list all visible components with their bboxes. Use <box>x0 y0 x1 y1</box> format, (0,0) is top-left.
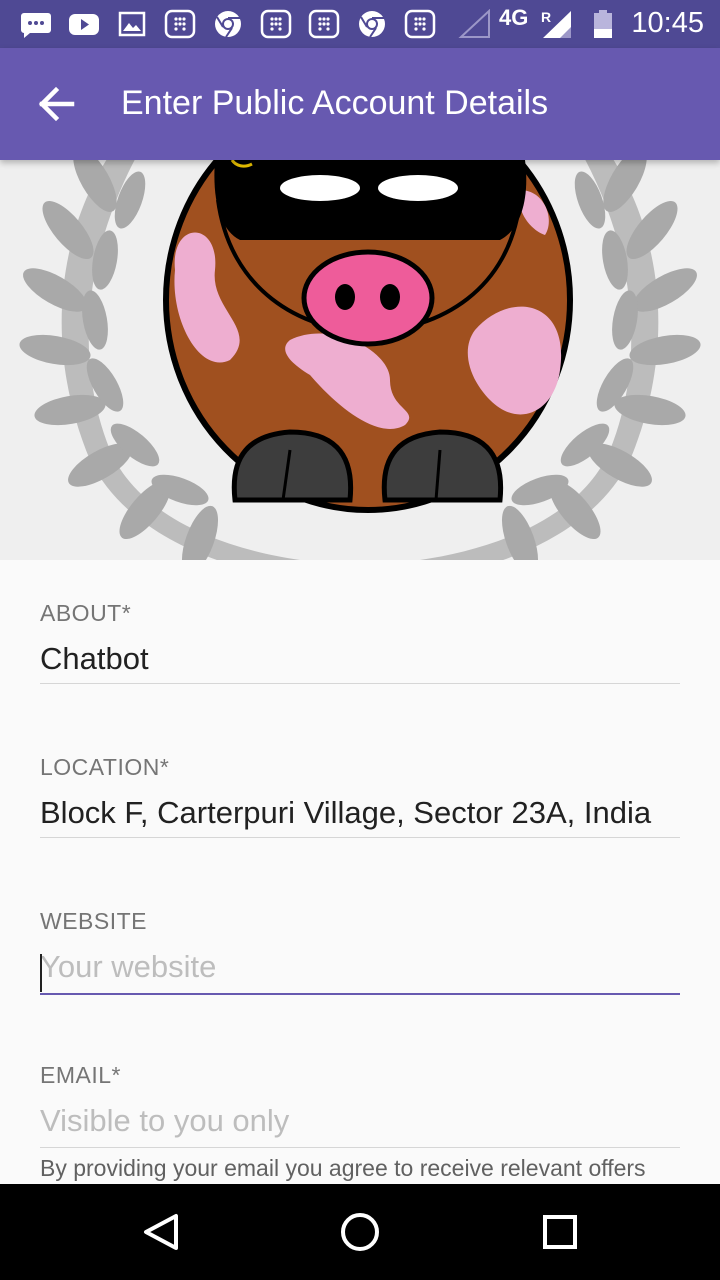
back-triangle-icon[interactable] <box>130 1202 190 1262</box>
about-field: ABOUT* Chatbot <box>40 600 680 684</box>
about-input[interactable]: Chatbot <box>40 637 680 681</box>
email-help-text: By providing your email you agree to rec… <box>40 1155 646 1181</box>
image-icon <box>118 11 146 37</box>
arrow-back-icon[interactable] <box>26 74 86 134</box>
page-title: Enter Public Account Details <box>121 84 549 122</box>
location-field: LOCATION* Block F, Carterpuri Village, S… <box>40 754 680 838</box>
email-underline <box>40 1147 680 1148</box>
website-underline <box>40 993 680 995</box>
email-input[interactable] <box>40 1097 680 1145</box>
system-nav-bar <box>0 1184 720 1280</box>
signal-roaming-icon <box>543 11 571 38</box>
website-input[interactable] <box>40 943 680 991</box>
app-grid-icon <box>404 9 436 39</box>
about-underline <box>40 683 680 684</box>
email-field: EMAIL* By providing your email you agree… <box>40 1062 680 1183</box>
home-circle-icon[interactable] <box>330 1202 390 1262</box>
location-underline <box>40 837 680 838</box>
cow-mascot-image <box>19 160 701 560</box>
about-label: ABOUT* <box>40 600 132 626</box>
battery-icon <box>594 10 612 38</box>
message-icon <box>21 13 51 38</box>
account-cover-image[interactable] <box>0 160 720 560</box>
chrome-icon <box>359 11 385 38</box>
location-input[interactable]: Block F, Carterpuri Village, Sector 23A,… <box>40 791 680 835</box>
email-label: EMAIL* <box>40 1062 121 1088</box>
website-label: WEBSITE <box>40 908 148 934</box>
chrome-icon <box>215 11 241 38</box>
signal-icon <box>458 9 490 38</box>
network-type: 4G <box>499 5 529 30</box>
recents-square-icon[interactable] <box>530 1202 590 1262</box>
status-clock: 10:45 <box>631 7 704 39</box>
location-label: LOCATION* <box>40 754 170 780</box>
app-grid-icon <box>308 9 340 39</box>
app-grid-icon <box>260 9 292 39</box>
website-field: WEBSITE <box>40 908 680 995</box>
status-bar: 4G R 10:45 <box>0 0 720 48</box>
youtube-icon <box>69 14 99 35</box>
app-bar: Enter Public Account Details <box>0 48 720 160</box>
app-grid-icon <box>164 9 196 39</box>
text-cursor <box>40 954 42 992</box>
